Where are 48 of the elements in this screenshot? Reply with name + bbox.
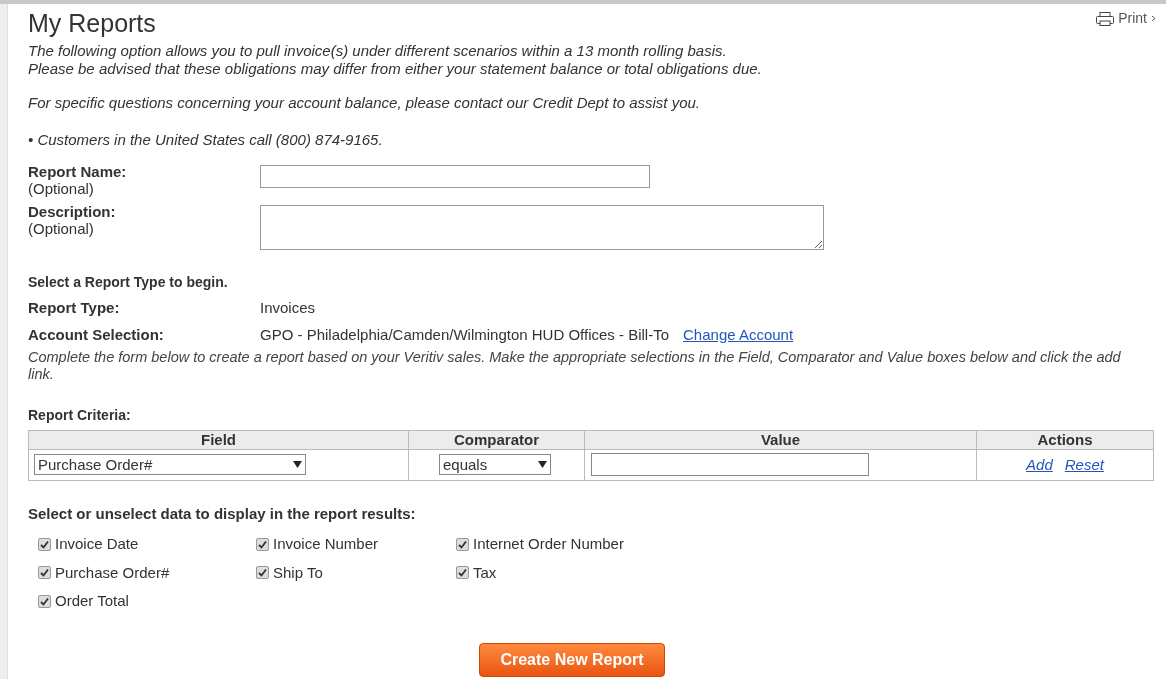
change-account-link[interactable]: Change Account [683,323,794,346]
checkbox[interactable] [38,594,51,608]
field-label: Description: [28,203,117,220]
checkbox[interactable] [38,537,51,551]
criteria-heading: Report Criteria: [28,406,132,425]
action-link[interactable]: Reset [1064,455,1104,473]
display-heading: Select or unselect data to display in the report results: [28,503,417,524]
phone-bullet: • Customers in the United States call (800) 874-9165. [28,129,384,150]
intro-text: Please be advised that these obligations may differ from either your statement balance or total obligations due. [28,60,763,78]
checkbox-label: Invoice Number [273,534,379,554]
comparator-select[interactable]: equals [439,454,551,476]
value-field[interactable] [591,453,869,476]
instructions-text: Complete the form below to create a report based on your Veritiv sales. Make the appropriate selections in the Field, Comparator and Value boxes below and click the add link. [28,349,1122,383]
printer-icon [1096,11,1115,26]
dropdown-arrow-icon [293,461,302,469]
account-label: Account Selection: [28,324,165,345]
checkbox-label: Internet Order Number [473,534,624,554]
checkbox[interactable] [256,537,269,551]
contact-note: For specific questions concerning your account balance, please contact our Credit Dept to assist you. [28,93,702,113]
optional-hint: (Optional) [28,180,95,197]
action-link[interactable]: Add [1026,455,1053,473]
checkbox-label: Purchase Order# [55,562,170,583]
description-field[interactable] [260,205,824,250]
column-header: Actions [976,430,1154,450]
dropdown-arrow-icon [538,461,547,469]
checkbox-label: Invoice Date [55,534,139,554]
column-header: Value [584,430,977,450]
page-title: My Reports [28,8,156,39]
intro-text: The following option allows you to pull invoice(s) under different scenarios within a 13 month rolling basis. [28,42,728,60]
field-label: Report Name: [28,163,128,180]
field-select[interactable]: Purchase Order# [34,454,306,476]
report-name-field[interactable] [260,165,650,188]
checkbox-label: Order Total [55,591,129,611]
checkbox[interactable] [456,537,469,551]
report-type-value: Invoices [260,298,316,318]
optional-hint: (Optional) [28,220,95,237]
report-type-label: Report Type: [28,298,121,318]
checkbox[interactable] [456,566,469,580]
checkbox-label: Tax [473,562,497,583]
section-heading: Select a Report Type to begin. [28,273,229,292]
account-value: GPO - Philadelphia/Camden/Wilmington HUD Offices - Bill-To [260,324,670,345]
column-header: Comparator [408,430,585,450]
checkbox[interactable] [256,566,269,580]
checkbox-label: Ship To [273,562,323,583]
column-header: Field [28,430,409,450]
print-link[interactable]: Print [1096,8,1156,29]
checkbox[interactable] [38,566,51,580]
chevron-icon [1151,15,1156,22]
